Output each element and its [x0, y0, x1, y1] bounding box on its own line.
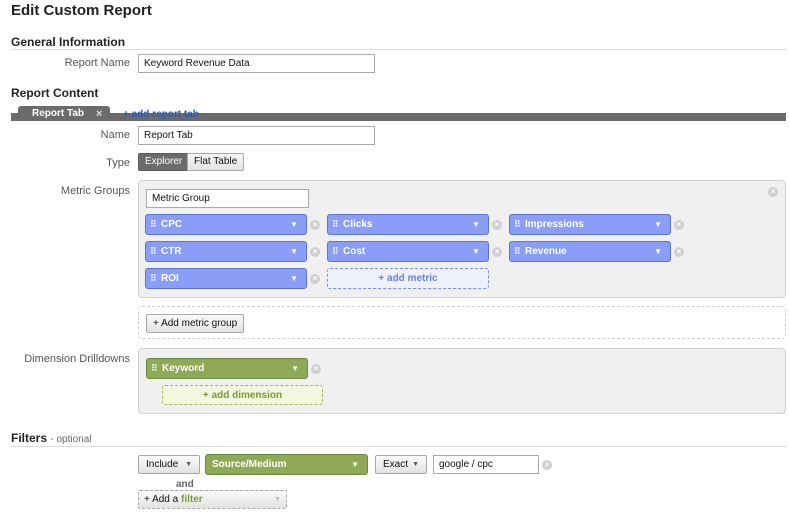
metric-chip-impressions[interactable]: ⠿ Impressions ▼	[509, 214, 671, 235]
metric-chip-revenue[interactable]: ⠿ Revenue ▼	[509, 241, 671, 262]
grip-icon[interactable]: ⠿	[514, 246, 522, 257]
chevron-down-icon[interactable]: ▼	[472, 220, 480, 229]
metric-groups-label: Metric Groups	[60, 185, 130, 197]
grip-icon[interactable]: ⠿	[150, 273, 158, 284]
remove-metric-icon[interactable]: ×	[310, 247, 320, 257]
report-name-label: Report Name	[64, 57, 130, 69]
section-divider	[11, 49, 786, 50]
match-type-label: Exact	[383, 459, 409, 470]
filter-value-input[interactable]	[433, 455, 539, 474]
metric-chip-label: CPC	[161, 219, 183, 230]
add-filter-button[interactable]: + Add a filter ▼	[138, 490, 287, 509]
add-filter-prefix: + Add a	[144, 494, 179, 505]
add-filter-label: + Add a filter	[144, 494, 203, 505]
chevron-down-icon[interactable]: ▼	[472, 247, 480, 256]
include-select-label: Include	[146, 459, 179, 470]
match-type-select[interactable]: Exact ▼	[375, 455, 427, 474]
remove-metric-icon[interactable]: ×	[674, 247, 684, 257]
metric-chip-cost[interactable]: ⠿ Cost ▼	[327, 241, 489, 262]
tab-report-tab[interactable]: Report Tab ×	[18, 106, 110, 121]
and-label: and	[176, 479, 194, 490]
chevron-down-icon: ▼	[185, 461, 192, 468]
chevron-down-icon[interactable]: ▼	[291, 364, 299, 373]
grip-icon[interactable]: ⠿	[150, 219, 158, 230]
metric-chip-clicks[interactable]: ⠿ Clicks ▼	[327, 214, 489, 235]
metric-chip-ctr[interactable]: ⠿ CTR ▼	[145, 241, 307, 262]
metric-chip-cpc[interactable]: ⠿ CPC ▼	[145, 214, 307, 235]
grip-icon[interactable]: ⠿	[514, 219, 522, 230]
section-divider	[11, 446, 786, 447]
add-filter-word: filter	[180, 494, 203, 505]
chevron-down-icon[interactable]: ▼	[290, 220, 298, 229]
metric-chip-label: Clicks	[343, 219, 373, 230]
tab-name-input[interactable]	[138, 126, 375, 145]
include-select[interactable]: Include ▼	[138, 455, 200, 474]
name-label: Name	[100, 129, 130, 141]
page-title: Edit Custom Report	[11, 2, 152, 19]
grip-icon[interactable]: ⠿	[332, 219, 340, 230]
chevron-down-icon[interactable]: ▼	[351, 460, 359, 469]
chevron-down-icon[interactable]: ▼	[654, 247, 662, 256]
remove-metric-icon[interactable]: ×	[310, 220, 320, 230]
chevron-down-icon: ▼	[274, 496, 281, 503]
report-name-input[interactable]	[138, 54, 375, 73]
remove-dimension-icon[interactable]: ×	[311, 364, 321, 374]
metric-chip-label: Impressions	[525, 219, 584, 230]
tab-label: Report Tab	[32, 108, 85, 119]
dimension-chip-label: Keyword	[162, 363, 205, 374]
metric-chip-roi[interactable]: ⠿ ROI ▼	[145, 268, 307, 289]
close-icon[interactable]: ×	[96, 108, 102, 120]
grip-icon[interactable]: ⠿	[151, 363, 159, 374]
chevron-down-icon[interactable]: ▼	[290, 274, 298, 283]
remove-metric-icon[interactable]: ×	[492, 220, 502, 230]
add-dimension-button[interactable]: + add dimension	[162, 385, 323, 405]
dimension-chip-keyword[interactable]: ⠿ Keyword ▼	[146, 358, 308, 379]
filters-heading: Filters - optional	[11, 431, 92, 445]
metric-chip-label: CTR	[161, 246, 182, 257]
remove-metric-icon[interactable]: ×	[674, 220, 684, 230]
filter-dimension-label: Source/Medium	[212, 459, 287, 470]
remove-filter-icon[interactable]: ×	[542, 460, 552, 470]
remove-metric-icon[interactable]: ×	[310, 274, 320, 284]
type-explorer-button[interactable]: Explorer	[138, 153, 190, 171]
metric-chip-label: ROI	[161, 273, 179, 284]
type-flat-table-button[interactable]: Flat Table	[187, 153, 245, 171]
general-info-heading: General Information	[11, 35, 126, 49]
chevron-down-icon: ▼	[412, 461, 419, 468]
chevron-down-icon[interactable]: ▼	[654, 220, 662, 229]
add-report-tab-link[interactable]: + add report tab	[123, 109, 199, 120]
grip-icon[interactable]: ⠿	[150, 246, 158, 257]
chevron-down-icon[interactable]: ▼	[290, 247, 298, 256]
metric-chip-label: Cost	[343, 246, 366, 257]
metric-chip-label: Revenue	[525, 246, 567, 257]
remove-metric-icon[interactable]: ×	[492, 247, 502, 257]
remove-group-icon[interactable]: ×	[768, 187, 778, 197]
add-metric-button[interactable]: + add metric	[327, 268, 489, 289]
report-content-heading: Report Content	[11, 86, 99, 100]
filters-heading-text: Filters	[11, 431, 48, 445]
add-metric-group-button[interactable]: + Add metric group	[146, 314, 245, 333]
filters-optional-text: - optional	[50, 434, 92, 445]
filter-dimension-chip[interactable]: Source/Medium ▼	[205, 454, 368, 475]
dimension-drilldowns-label: Dimension Drilldowns	[24, 353, 130, 365]
type-label: Type	[106, 157, 130, 169]
metric-group-name-input[interactable]	[146, 189, 309, 208]
grip-icon[interactable]: ⠿	[332, 246, 340, 257]
